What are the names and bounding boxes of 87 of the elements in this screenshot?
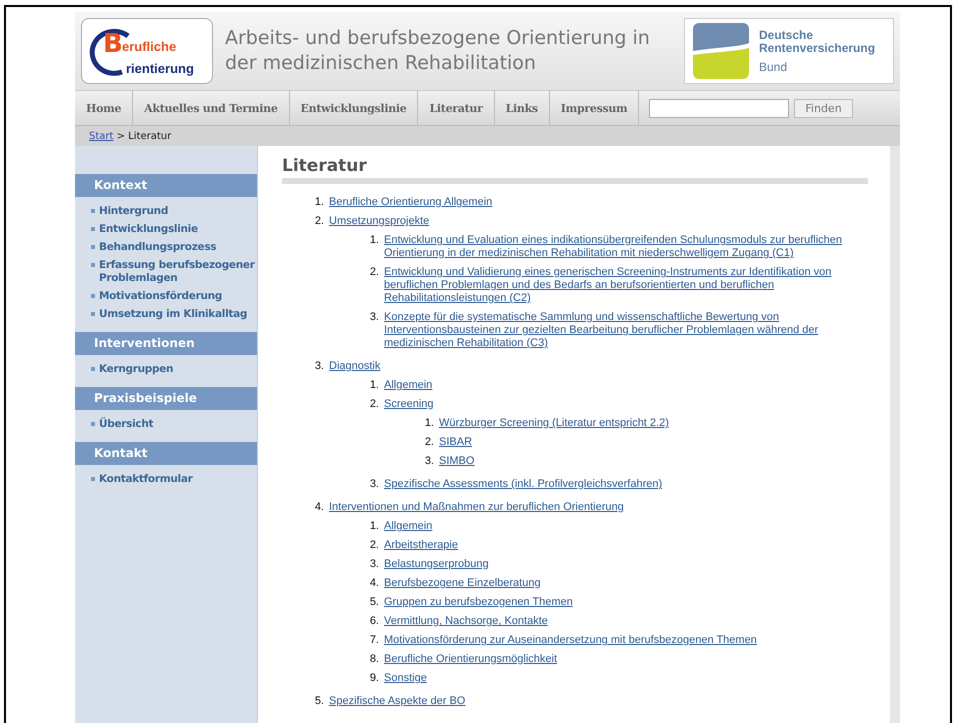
sidebar-link[interactable]: Übersicht <box>99 418 154 431</box>
bullet-icon <box>91 422 95 426</box>
partner-name: Bund <box>759 60 788 74</box>
literature-link[interactable]: Entwicklung und Evaluation eines indikationsübergreifenden Schulungsmoduls zur beruflichen Orientierung in der medizinischen Rehabilitation mit niederschwelligem Zugang (C1) <box>384 234 868 260</box>
nav-link[interactable]: Entwicklungslinie <box>290 91 418 125</box>
sidebar-link[interactable]: Kontaktformular <box>99 473 192 486</box>
sidebar-link[interactable]: Kerngruppen <box>99 363 174 376</box>
list-number: 3. <box>314 360 325 373</box>
bullet-icon <box>91 477 95 481</box>
list-number: 5. <box>368 596 380 609</box>
list-number: 6. <box>368 615 380 628</box>
literature-link[interactable]: Spezifische Assessments (inkl. Profilvergleichsverfahren) <box>384 478 662 491</box>
list-number: 1. <box>314 196 325 209</box>
list-number: 3. <box>368 558 380 571</box>
literature-link[interactable]: Sonstige <box>384 672 427 685</box>
sidebar-link[interactable]: Motivationsförderung <box>99 290 222 303</box>
list-number: 2. <box>368 539 380 552</box>
sidebar-link[interactable]: Umsetzung im Klinikalltag <box>99 308 248 321</box>
list-number: 4. <box>368 577 380 590</box>
literature-link[interactable]: Berufliche Orientierung Allgemein <box>329 196 492 209</box>
bullet-icon <box>91 294 95 298</box>
nav-link[interactable]: Home <box>75 91 134 125</box>
nav-link[interactable]: Literatur <box>418 91 495 125</box>
nav-link[interactable]: Links <box>494 91 550 125</box>
literature-link[interactable]: Gruppen zu berufsbezogenen Themen <box>384 596 573 609</box>
literature-link[interactable]: Konzepte für die systematische Sammlung und wissenschaftliche Bewertung von Interventionsbausteinen zur gezielten Bearbeitung beruflicher Problemlagen während der medizinischen Rehabilitation (C3) <box>384 311 868 350</box>
sidebar-heading: Interventionen <box>75 332 257 355</box>
list-number: 1. <box>368 379 380 392</box>
bullet-icon <box>91 245 95 249</box>
sidebar-link[interactable]: Hintergrund <box>99 205 168 218</box>
literature-link[interactable]: Spezifische Aspekte der BO <box>329 695 466 708</box>
logo-text: rientierung <box>126 61 194 76</box>
literature-link[interactable]: Vermittlung, Nachsorge, Kontakte <box>384 615 548 628</box>
list-number: 3. <box>368 478 380 491</box>
list-number: 3. <box>368 311 380 325</box>
search-field[interactable] <box>649 98 790 118</box>
list-number: 5. <box>314 695 325 708</box>
bullet-icon <box>91 367 95 371</box>
sidebar-link[interactable]: Entwicklungslinie <box>99 223 198 236</box>
list-number: 2. <box>368 398 380 411</box>
list-number: 1. <box>368 520 380 533</box>
literature-link[interactable]: Würzburger Screening (Literatur entspricht 2.2) <box>439 417 669 430</box>
list-number: 3. <box>424 455 435 468</box>
sidebar-heading: Praxisbeispiele <box>75 387 257 410</box>
sidebar-link[interactable]: Erfassung berufsbezogener Problemlagen <box>99 259 257 285</box>
logo-text: erufliche <box>122 39 176 54</box>
literature-link[interactable]: Allgemein <box>384 379 432 392</box>
site-title: Arbeits- und berufsbezogene Orientierung in der medizinischen Rehabilitation <box>225 26 651 76</box>
nav-link[interactable]: Impressum <box>550 91 640 125</box>
breadcrumb: Start > Literatur <box>89 130 172 142</box>
literature-link[interactable]: Entwicklung und Validierung eines generischen Screening-Instruments zur Identifikation von beruflichen Problemlagen und des Bedarfs an berufsorientierten und beruflichen Rehabilitationsleistungen (C2) <box>384 266 868 305</box>
list-number: 9. <box>368 672 380 685</box>
sidebar-heading: Kontakt <box>75 442 257 465</box>
literature-link[interactable]: Interventionen und Maßnahmen zur beruflichen Orientierung <box>329 501 624 514</box>
logo-letter: B <box>103 31 123 57</box>
literature-link[interactable]: Diagnostik <box>329 360 380 373</box>
bullet-icon <box>91 263 95 267</box>
bullet-icon <box>91 227 95 231</box>
bullet-icon <box>91 312 95 316</box>
list-number: 2. <box>368 266 380 280</box>
list-number: 2. <box>314 215 325 228</box>
literature-link[interactable]: Motivationsförderung zur Auseinandersetzung mit berufsbezogenen Themen <box>384 634 757 647</box>
literature-link[interactable]: SIBAR <box>439 436 472 449</box>
list-number: 7. <box>368 634 380 647</box>
nav-link[interactable]: Aktuelles und Termine <box>133 91 290 125</box>
sidebar-heading: Kontext <box>75 174 257 197</box>
list-number: 1. <box>424 417 435 430</box>
partner-name: Deutsche <box>759 28 814 42</box>
list-number: 4. <box>314 501 325 514</box>
list-number: 1. <box>368 234 380 248</box>
bullet-icon <box>91 209 95 213</box>
literature-link[interactable]: Berufliche Orientierungsmöglichkeit <box>384 653 558 666</box>
page-heading: Literatur <box>282 156 868 184</box>
partner-name: Rentenversicherung <box>759 42 876 54</box>
list-number: 2. <box>424 436 435 449</box>
logo-icon <box>693 23 749 79</box>
sidebar-link[interactable]: Behandlungsprozess <box>99 241 216 254</box>
literature-link[interactable]: SIMBO <box>439 455 474 468</box>
literature-link[interactable]: Screening <box>384 398 434 411</box>
literature-link[interactable]: Arbeitstherapie <box>384 539 458 552</box>
literature-link[interactable]: Belastungserprobung <box>384 558 489 571</box>
literature-link[interactable]: Berufsbezogene Einzelberatung <box>384 577 541 590</box>
literature-link[interactable]: Allgemein <box>384 520 432 533</box>
list-number: 8. <box>368 653 380 666</box>
breadcrumb-link[interactable]: Start <box>89 130 114 142</box>
search-button[interactable]: Finden <box>794 98 853 118</box>
literature-link[interactable]: Umsetzungsprojekte <box>329 215 430 228</box>
